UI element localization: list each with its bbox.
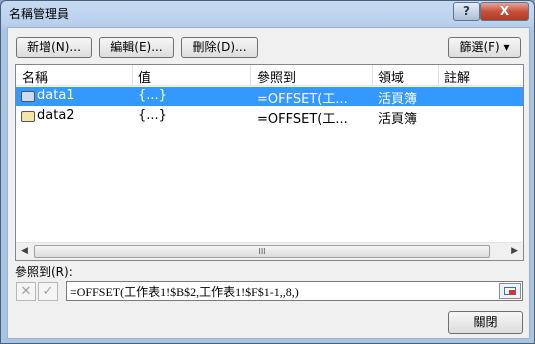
scroll-left-icon[interactable]: ◀	[21, 246, 28, 256]
row-value: {...}	[138, 108, 167, 123]
column-divider[interactable]	[438, 65, 439, 85]
names-list[interactable]: 名稱 值 參照到 領域 註解 data1 {...} =OFFSET(工... …	[15, 64, 524, 261]
column-header-name[interactable]: 名稱	[22, 67, 48, 86]
table-row[interactable]: data1 {...} =OFFSET(工... 活頁簿	[16, 87, 523, 107]
title-bar[interactable]: 名稱管理員 ? X	[1, 1, 534, 25]
dialog-title: 名稱管理員	[9, 7, 70, 21]
name-manager-dialog: 名稱管理員 ? X 新增(N)... 編輯(E)... 刪除(D)... 篩選(…	[0, 0, 535, 344]
refers-to-label: 參照到(R):	[15, 265, 73, 279]
name-range-icon	[21, 91, 35, 102]
horizontal-scrollbar[interactable]: ◀ III ▶	[16, 242, 523, 260]
scroll-thumb[interactable]: III	[34, 245, 490, 258]
filter-button[interactable]: 篩選(F) ▾	[448, 37, 521, 58]
dialog-body: 新增(N)... 編輯(E)... 刪除(D)... 篩選(F) ▾ 名稱 值 …	[7, 27, 530, 339]
row-value: {...}	[138, 88, 167, 103]
row-name: data2	[37, 108, 75, 123]
list-header: 名稱 值 參照到 領域 註解	[16, 65, 523, 86]
column-divider[interactable]	[250, 65, 251, 85]
column-header-refers-to[interactable]: 參照到	[257, 67, 296, 86]
close-icon[interactable]: X	[480, 2, 529, 21]
confirm-edit-icon[interactable]: ✓	[38, 282, 58, 301]
delete-button[interactable]: 刪除(D)...	[181, 37, 258, 58]
collapse-dialog-icon[interactable]	[499, 283, 521, 299]
row-refers-to: =OFFSET(工...	[257, 92, 348, 107]
column-divider[interactable]	[132, 65, 133, 85]
column-header-scope[interactable]: 領域	[378, 67, 404, 86]
row-scope: 活頁簿	[378, 112, 418, 127]
refers-to-value: =OFFSET(工作表1!$B$2,工作表1!$F$1-1,,8,)	[70, 285, 299, 299]
table-row[interactable]: data2 {...} =OFFSET(工... 活頁簿	[16, 107, 523, 127]
refers-to-input[interactable]: =OFFSET(工作表1!$B$2,工作表1!$F$1-1,,8,)	[66, 281, 523, 301]
new-button[interactable]: 新增(N)...	[16, 37, 92, 58]
name-range-icon	[21, 111, 35, 122]
cancel-edit-icon[interactable]: ✕	[16, 282, 36, 301]
edit-button[interactable]: 編輯(E)...	[99, 37, 174, 58]
column-header-comment[interactable]: 註解	[444, 67, 470, 86]
row-scope: 活頁簿	[378, 92, 418, 107]
column-header-value[interactable]: 值	[138, 67, 151, 86]
scroll-right-icon[interactable]: ▶	[511, 246, 518, 256]
column-divider[interactable]	[372, 65, 373, 85]
row-name: data1	[37, 88, 75, 103]
row-refers-to: =OFFSET(工...	[257, 112, 348, 127]
help-button[interactable]: ?	[453, 2, 480, 21]
close-button[interactable]: 關閉	[448, 311, 523, 334]
